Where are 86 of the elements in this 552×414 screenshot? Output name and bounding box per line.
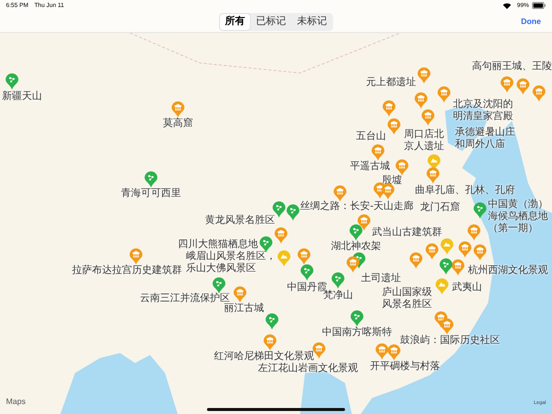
nature-pin-icon[interactable] [473,202,487,219]
pin-label: 龙门石窟 [420,202,460,214]
nature-pin-icon[interactable] [300,264,314,281]
pin-label: 承德避暑山庄和周外八庙 [455,127,515,151]
pin-label: 五台山 [356,131,386,143]
pin-label: 曲阜孔庙、孔林、孔府 [415,185,515,197]
pin-label: 拉萨布达拉宫历史建筑群 [72,265,182,277]
pin-label: 左江花山岩画文化景观 [258,363,358,375]
landmark-pin-icon[interactable] [297,248,311,265]
battery-icon [532,2,546,9]
landmark-pin-icon[interactable] [458,241,472,258]
nature-pin-icon[interactable] [265,313,279,330]
pin-label: 平遥古城 [350,161,390,173]
pin-label: 青海可可西里 [121,188,181,200]
nature-pin-icon[interactable] [212,277,226,294]
landmark-pin-icon[interactable] [440,318,454,335]
done-button[interactable]: Done [518,15,544,28]
landmark-pin-icon[interactable] [426,167,440,184]
landmark-pin-icon[interactable] [395,159,409,176]
pin-label: 武当山古建筑群 [372,227,442,239]
landmark-pin-icon[interactable] [516,78,530,95]
nature-pin-icon[interactable] [350,310,364,327]
landmark-pin-icon[interactable] [451,259,465,276]
pin-label: 新疆天山 [2,91,42,103]
landmark-pin-icon[interactable] [371,144,385,161]
pin-label: 周口店北京人遗址 [404,129,444,153]
pin-label: 开平碉楼与村落 [370,361,440,373]
wifi-icon [502,2,511,8]
landmark-pin-icon[interactable] [274,227,288,244]
pin-label: 中国黄（渤）海候鸟栖息地（第一期） [488,199,549,235]
mountain-pin-icon[interactable] [277,250,291,267]
pin-label: 红河哈尼梯田文化景观 [214,351,314,362]
filter-tab[interactable]: 所有 [220,14,250,30]
landmark-pin-icon[interactable] [500,76,514,93]
mountain-pin-icon[interactable] [440,238,454,255]
landmark-pin-icon[interactable] [417,67,431,84]
pin-label: 元上都遗址 [366,77,416,89]
pin-label: 高句丽王城、王陵 [472,61,552,73]
pin-label: 杭州西湖文化景观 [468,265,548,277]
nature-pin-icon[interactable] [349,224,363,241]
pin-label: 中国南方喀斯特 [322,327,392,339]
pin-label: 梵净山 [323,290,353,302]
landmark-pin-icon[interactable] [473,244,487,261]
nature-pin-icon[interactable] [144,171,158,188]
maps-logo: Maps [6,397,26,406]
pin-label: 鼓浪屿：国际历史社区 [400,335,500,347]
landmark-pin-icon[interactable] [532,85,546,102]
landmark-pin-icon[interactable] [312,342,326,359]
landmark-pin-icon[interactable] [414,92,428,109]
landmark-pin-icon[interactable] [375,343,389,360]
landmark-pin-icon[interactable] [409,252,423,269]
landmark-pin-icon[interactable] [382,100,396,117]
landmark-pin-icon[interactable] [381,183,395,200]
landmark-pin-icon[interactable] [425,243,439,260]
landmark-pin-icon[interactable] [233,286,247,303]
landmark-pin-icon[interactable] [346,256,360,273]
landmark-pin-icon[interactable] [437,86,451,103]
landmark-pin-icon[interactable] [171,101,185,118]
pin-label: 丽江古城 [224,303,264,315]
pin-label: 四川大熊猫栖息地 [178,239,258,250]
nature-pin-icon[interactable] [259,236,273,253]
nature-pin-icon[interactable] [286,204,300,221]
landmark-pin-icon[interactable] [467,224,481,241]
nature-pin-icon[interactable] [5,73,19,90]
landmark-pin-icon[interactable] [263,334,277,351]
filter-tab[interactable]: 已标记 [251,14,291,30]
nature-pin-icon[interactable] [331,272,345,289]
landmark-pin-icon[interactable] [387,344,401,361]
pin-label: 北京及沈阳的明清皇家宫殿 [453,99,513,123]
pin-label: 土司遗址 [361,273,401,285]
pin-label: 武夷山 [452,282,482,294]
pin-label: 黄龙风景名胜区 [205,215,275,227]
landmark-pin-icon[interactable] [129,248,143,265]
pin-label: 莫高窟 [163,118,193,130]
landmark-pin-icon[interactable] [387,118,401,135]
pin-label: 殷墟 [382,175,402,187]
mountain-pin-icon[interactable] [435,278,449,295]
filter-tab[interactable]: 未标记 [292,14,332,30]
landmark-pin-icon[interactable] [421,109,435,126]
pin-label: 丝绸之路：长安-天山走廊 [300,201,414,213]
landmark-pin-icon[interactable] [333,185,347,202]
nature-pin-icon[interactable] [439,258,453,275]
pin-label: 湖北神农架 [331,241,381,253]
pin-label: 庐山国家级风景名胜区 [382,287,432,311]
pin-label: 峨眉山风景名胜区，乐山大佛风景区 [186,251,276,275]
pin-label: 云南三江并流保护区 [140,293,230,304]
